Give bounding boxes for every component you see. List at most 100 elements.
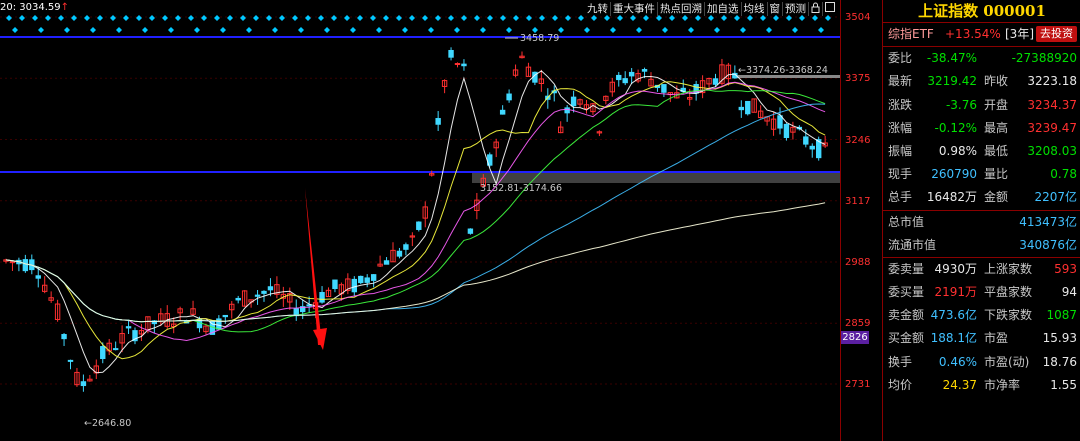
- candle-body: [370, 274, 377, 281]
- toolbar-hotspot-review-button[interactable]: 热点回溯: [658, 2, 705, 16]
- etf-label: 综指ETF: [888, 27, 934, 41]
- candle-body: [235, 297, 241, 301]
- quote-label: 委卖量: [888, 261, 925, 276]
- event-diamond-icon: [201, 15, 207, 21]
- event-diamond-icon: [175, 15, 181, 21]
- candle-body: [358, 275, 364, 284]
- event-diamond-icon: [227, 15, 233, 21]
- toolbar-major-events-button[interactable]: 重大事件: [611, 2, 658, 16]
- quote-row: 流通市值 340876亿: [883, 234, 1080, 257]
- quote-label: 最新: [888, 74, 913, 89]
- event-diamond-icon: [90, 27, 96, 33]
- event-diamond-icon: [500, 15, 506, 21]
- candle-body: [809, 145, 815, 150]
- candle-body: [506, 93, 512, 101]
- quote-value: -38.47%: [926, 51, 977, 66]
- candle-body: [267, 286, 274, 291]
- event-diamond-icon: [428, 27, 434, 33]
- ma-readout-label: 20: 3034.59: [0, 2, 61, 13]
- quote-label: 市盈(动): [984, 354, 1030, 369]
- event-diamond-icon: [19, 15, 25, 21]
- candle-body: [332, 279, 338, 290]
- event-diamond-icon: [110, 15, 116, 21]
- kline-chart-area[interactable]: 3458.79 ←2646.80 ←3374.26-3368.24 3152.81-3…: [0, 0, 840, 441]
- quote-value: 3234.37: [1027, 97, 1077, 112]
- y-tick: 2988: [845, 257, 871, 268]
- moving-average-line: [5, 81, 826, 360]
- quote-label: 平盘家数: [984, 285, 1033, 300]
- etf-row: 综指ETF +13.54% [3年] 去投资: [883, 23, 1080, 46]
- quote-row: 涨跌 -3.76 开盘 3234.37: [883, 94, 1080, 117]
- candle-body: [100, 346, 106, 360]
- kline-chart[interactable]: 3458.79 ←2646.80 ←3374.26-3368.24 3152.81-3…: [0, 0, 840, 441]
- event-diamond-icon: [474, 15, 480, 21]
- quote-row: 委买量 2191万 平盘家数 94: [883, 281, 1080, 304]
- go-invest-button[interactable]: 去投资: [1036, 26, 1077, 42]
- event-diamond-icon: [578, 15, 584, 21]
- event-diamond-icon: [454, 27, 460, 33]
- toolbar-forecast-button[interactable]: 预测: [783, 2, 809, 16]
- candle-body: [745, 100, 751, 115]
- stats-section: 委卖量 4930万 上涨家数 593 委买量 2191万 平盘家数 94 卖金额 473.6亿 下跌…: [883, 256, 1080, 397]
- toolbar-add-watchlist-button[interactable]: 加自选: [705, 2, 742, 16]
- low-price-label: ←2646.80: [84, 418, 131, 429]
- event-diamond-icon: [435, 15, 441, 21]
- candle-body: [416, 221, 422, 230]
- candle-body: [448, 49, 454, 58]
- quote-label: 下跌家数: [984, 308, 1033, 323]
- quote-value: 0.78: [1050, 167, 1077, 182]
- event-diamond-icon: [6, 15, 12, 21]
- expand-icon[interactable]: [823, 2, 837, 16]
- red-arrow-head: [313, 328, 327, 350]
- quote-value: 15.93: [1042, 331, 1077, 346]
- candle-body: [125, 326, 132, 329]
- quote-label: 市盈: [984, 331, 1009, 346]
- moving-average-line: [5, 81, 826, 342]
- candle-body: [403, 244, 409, 250]
- event-diamond-icon: [318, 15, 324, 21]
- lock-icon[interactable]: [809, 2, 823, 16]
- candle-body: [499, 109, 506, 115]
- toolbar-nine-turn-button[interactable]: 九转: [585, 2, 611, 16]
- candle-body: [641, 69, 648, 72]
- candle-body: [616, 74, 622, 81]
- candle-body: [112, 348, 119, 351]
- candle-body: [319, 292, 325, 303]
- y-tick: 3504: [845, 12, 871, 23]
- price-axis: 3504 3375 3246 3117 2988 2859 2731: [840, 0, 887, 441]
- event-diamond-icon: [136, 15, 142, 21]
- quote-value: -0.12%: [934, 120, 977, 135]
- event-diamond-icon: [740, 27, 746, 33]
- event-diamond-icon: [422, 15, 428, 21]
- quote-value: 1087: [1046, 308, 1077, 323]
- event-diamond-icon: [168, 27, 174, 33]
- event-diamond-icon: [350, 27, 356, 33]
- event-diamond-icon: [149, 15, 155, 21]
- quote-label: 最低: [984, 143, 1009, 158]
- candle-body: [564, 107, 570, 114]
- event-diamond-icon: [357, 15, 363, 21]
- event-diamond-icon: [818, 27, 824, 33]
- event-diamond-icon: [292, 15, 298, 21]
- up-arrow-icon: ↑: [60, 2, 70, 13]
- quote-label: 市净率: [984, 377, 1021, 392]
- quote-label: 上涨家数: [984, 261, 1033, 276]
- quote-label: 金额: [984, 190, 1009, 205]
- candle-body: [22, 259, 29, 272]
- candle-body: [383, 260, 390, 265]
- quote-value: -27388920: [1011, 51, 1077, 66]
- toolbar-moving-average-button[interactable]: 均线: [742, 2, 768, 16]
- event-diamond-icon: [506, 27, 512, 33]
- y-tick: 3117: [845, 196, 871, 207]
- toolbar-window-button[interactable]: 窗: [768, 2, 783, 16]
- quote-row: 振幅 0.98% 最低 3208.03: [883, 140, 1080, 163]
- event-diamond-icon: [766, 27, 772, 33]
- quote-label: 均价: [888, 377, 913, 392]
- event-diamond-icon: [253, 15, 259, 21]
- event-diamond-icon: [331, 15, 337, 21]
- event-diamond-icon: [409, 15, 415, 21]
- quote-value: 0.46%: [938, 354, 977, 369]
- event-diamond-icon: [71, 15, 77, 21]
- event-diamond-icon: [396, 15, 402, 21]
- quote-value: 24.37: [942, 377, 977, 392]
